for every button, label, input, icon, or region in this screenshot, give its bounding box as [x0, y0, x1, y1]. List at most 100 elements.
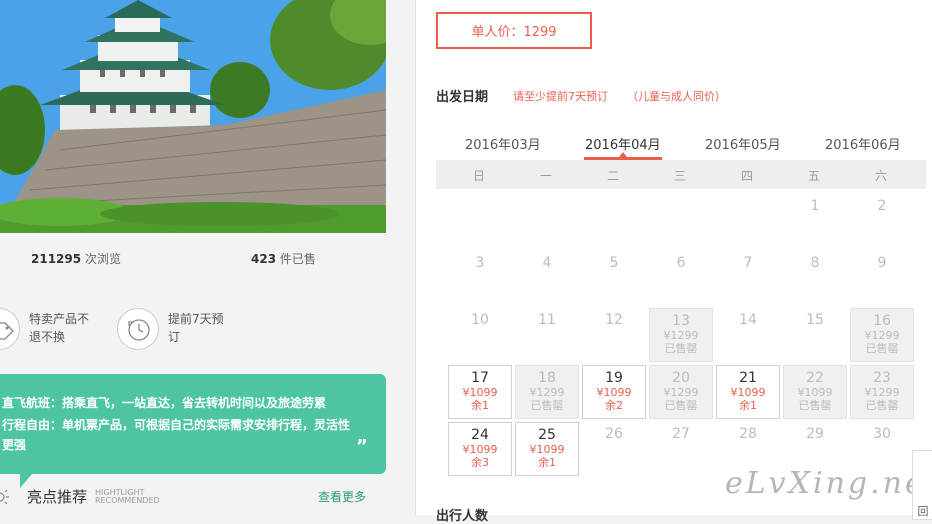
hero-image-castle	[0, 0, 386, 233]
calendar-day-27: 27	[649, 422, 713, 476]
sold-label: 件已售	[279, 252, 316, 266]
calendar-day-number: 2	[877, 198, 887, 214]
tag-icon	[0, 308, 20, 350]
calendar-day-25[interactable]: 25 ¥1099 余1	[515, 422, 579, 476]
calendar-day-3: 3	[448, 251, 512, 305]
calendar-day-24[interactable]: 24 ¥1099 余3	[448, 422, 512, 476]
calendar-day-number: 15	[806, 312, 824, 328]
badge-advance-booking: 提前7天预 订	[168, 310, 238, 346]
views-count: 211295	[31, 252, 82, 266]
highlights-header: 亮点推荐 HIGHTLIGHT RECOMMENDED 查看更多	[0, 484, 386, 514]
calendar-day-11: 11	[515, 308, 579, 362]
calendar-day-number: 20	[672, 370, 690, 386]
calendar-day-price: ¥1099	[596, 386, 632, 399]
calendar-day-price: ¥1099	[730, 386, 766, 399]
weekday-mon: 一	[539, 169, 552, 183]
tab-month-2016-03[interactable]: 2016年03月	[465, 134, 541, 153]
calendar-day-number: 6	[676, 255, 686, 271]
booking-panel: 单人价：1299 出发日期 请至少提前7天预订 （儿童与成人同价） 2016年0…	[416, 0, 932, 524]
calendar-day-price: ¥1099	[797, 386, 833, 399]
child-price-note: （儿童与成人同价）	[627, 90, 726, 103]
departure-label: 出发日期	[436, 90, 489, 105]
weekday-thu: 四	[740, 169, 753, 183]
calendar-day-status: 余1	[471, 399, 489, 412]
calendar-day-13: 13 ¥1299 已售罄	[649, 308, 713, 362]
weekday-sat: 六	[874, 169, 887, 183]
calendar-day-status: 已售罄	[798, 399, 832, 412]
calendar-day-status: 已售罄	[664, 399, 698, 412]
weekday-header: 日 一 二 三 四 五 六	[436, 160, 926, 189]
badge-advance-line2: 订	[168, 330, 181, 344]
calendar-day-7: 7	[716, 251, 780, 305]
calendar-day-15: 15	[783, 308, 847, 362]
weekday-wed: 三	[673, 169, 686, 183]
weekday-tue: 二	[606, 169, 619, 183]
product-left-panel: 211295 次浏览 423 件已售 特卖产品不 退不换 提前7天预 订 直飞航…	[0, 0, 400, 515]
calendar-day-number: 3	[475, 255, 485, 271]
calendar-day-20: 20 ¥1299 已售罄	[649, 365, 713, 419]
calendar-day-number: 10	[471, 312, 489, 328]
calendar-day-number: 18	[538, 370, 556, 386]
calendar-day-number: 1	[810, 198, 820, 214]
view-more-link[interactable]: 查看更多	[318, 488, 366, 505]
calendar-day-21[interactable]: 21 ¥1099 余1	[716, 365, 780, 419]
calendar-day-4: 4	[515, 251, 579, 305]
calendar-day-status: 余3	[471, 456, 489, 469]
calendar-day-status: 已售罄	[865, 342, 899, 355]
back-to-top-tab[interactable]: 回	[912, 450, 932, 520]
calendar-day-23: 23 ¥1299 已售罄	[850, 365, 914, 419]
calendar-day-status: 已售罄	[664, 342, 698, 355]
calendar-day-19[interactable]: 19 ¥1099 余2	[582, 365, 646, 419]
calendar-day-6: 6	[649, 251, 713, 305]
calendar-day-status: 余1	[538, 456, 556, 469]
calendar-day-17[interactable]: 17 ¥1099 余1	[448, 365, 512, 419]
calendar-day-2: 2	[850, 194, 914, 248]
calendar-day-price: ¥1299	[663, 329, 699, 342]
calendar-day-9: 9	[850, 251, 914, 305]
badge-no-refund: 特卖产品不 退不换	[29, 310, 99, 346]
views-label: 次浏览	[84, 252, 121, 266]
highlights-title: 亮点推荐	[27, 488, 88, 506]
calendar-day-price: ¥1099	[462, 443, 498, 456]
calendar-day-number: 7	[743, 255, 753, 271]
clock-icon	[117, 308, 159, 350]
month-tabs: 2016年03月 2016年04月 2016年05月 2016年06月	[436, 132, 926, 160]
calendar-day-price: ¥1299	[529, 386, 565, 399]
calendar-day-number: 21	[739, 370, 757, 386]
calendar-day-number: 14	[739, 312, 757, 328]
calendar-day-number: 9	[877, 255, 887, 271]
sold-stat: 423 件已售	[251, 250, 316, 267]
feature-direct-flight: 直飞航班：搭乘直飞，一站直达，省去转机时间以及旅途劳累	[2, 396, 327, 410]
calendar-day-number: 29	[806, 426, 824, 442]
calendar-day-status: 已售罄	[865, 399, 899, 412]
policy-badges: 特卖产品不 退不换 提前7天预 订	[0, 306, 386, 356]
calendar-day-22: 22 ¥1099 已售罄	[783, 365, 847, 419]
weekday-sun: 日	[472, 169, 485, 183]
calendar-day-18: 18 ¥1299 已售罄	[515, 365, 579, 419]
calendar-day-number: 26	[605, 426, 623, 442]
calendar-day-status: 已售罄	[530, 399, 564, 412]
feature-free-itinerary: 行程自由：单机票产品，可根据自己的实际需求安排行程，灵活性	[2, 418, 351, 432]
calendar-day-number: 17	[471, 370, 489, 386]
tab-month-2016-06[interactable]: 2016年06月	[825, 134, 901, 153]
calendar-day-number: 25	[538, 427, 556, 443]
tab-month-2016-05[interactable]: 2016年05月	[705, 134, 781, 153]
highlights-subtitle: HIGHTLIGHT RECOMMENDED	[95, 489, 160, 505]
calendar-day-number: 23	[873, 370, 891, 386]
sold-count: 423	[251, 252, 277, 266]
calendar-day-number: 8	[810, 255, 820, 271]
weekday-fri: 五	[807, 169, 820, 183]
calendar-day-16: 16 ¥1299 已售罄	[850, 308, 914, 362]
badge-advance-line1: 提前7天预	[168, 312, 224, 326]
calendar-day-14: 14	[716, 308, 780, 362]
calendar-day-price: ¥1099	[529, 443, 565, 456]
advance-note: 请至少提前7天预订	[513, 90, 608, 103]
tab-month-2016-04[interactable]: 2016年04月	[585, 134, 661, 153]
feature-box: 直飞航班：搭乘直飞，一站直达，省去转机时间以及旅途劳累 行程自由：单机票产品，可…	[0, 374, 386, 474]
calendar-day-number: 12	[605, 312, 623, 328]
unit-price-box: 单人价：1299	[436, 12, 592, 49]
calendar-day-number: 27	[672, 426, 690, 442]
watermark-logo: eLvXing.net	[725, 466, 932, 501]
sun-icon	[0, 489, 9, 505]
calendar-day-number: 28	[739, 426, 757, 442]
